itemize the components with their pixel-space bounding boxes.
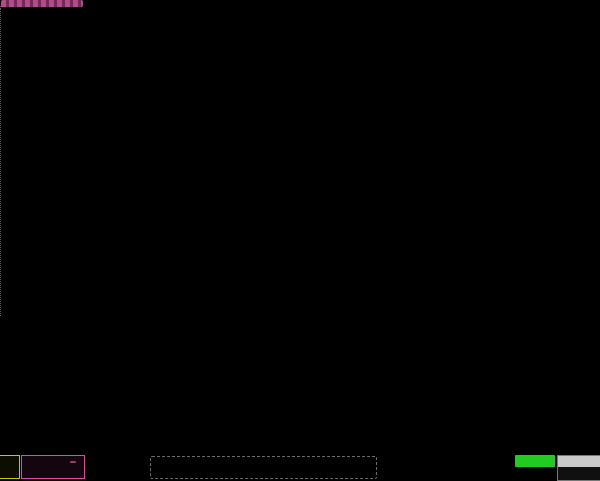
hd-mode-badge[interactable] [515, 455, 555, 467]
channel-c1-descriptor[interactable] [0, 455, 20, 479]
c1-vertical-scale [0, 467, 19, 477]
timebase-value [558, 467, 600, 479]
c2-esp-badge [70, 461, 76, 463]
add-trace-button[interactable] [150, 456, 377, 479]
waveform-display [0, 0, 600, 332]
trace-annotation-label [1, 0, 83, 7]
c2-vertical-scale [22, 467, 84, 477]
channel-c2-descriptor[interactable] [21, 455, 85, 479]
timebase-descriptor[interactable] [557, 455, 600, 481]
measurement-histicons [0, 429, 600, 457]
timebase-title [558, 456, 600, 467]
trigger-position-line [0, 8, 1, 316]
